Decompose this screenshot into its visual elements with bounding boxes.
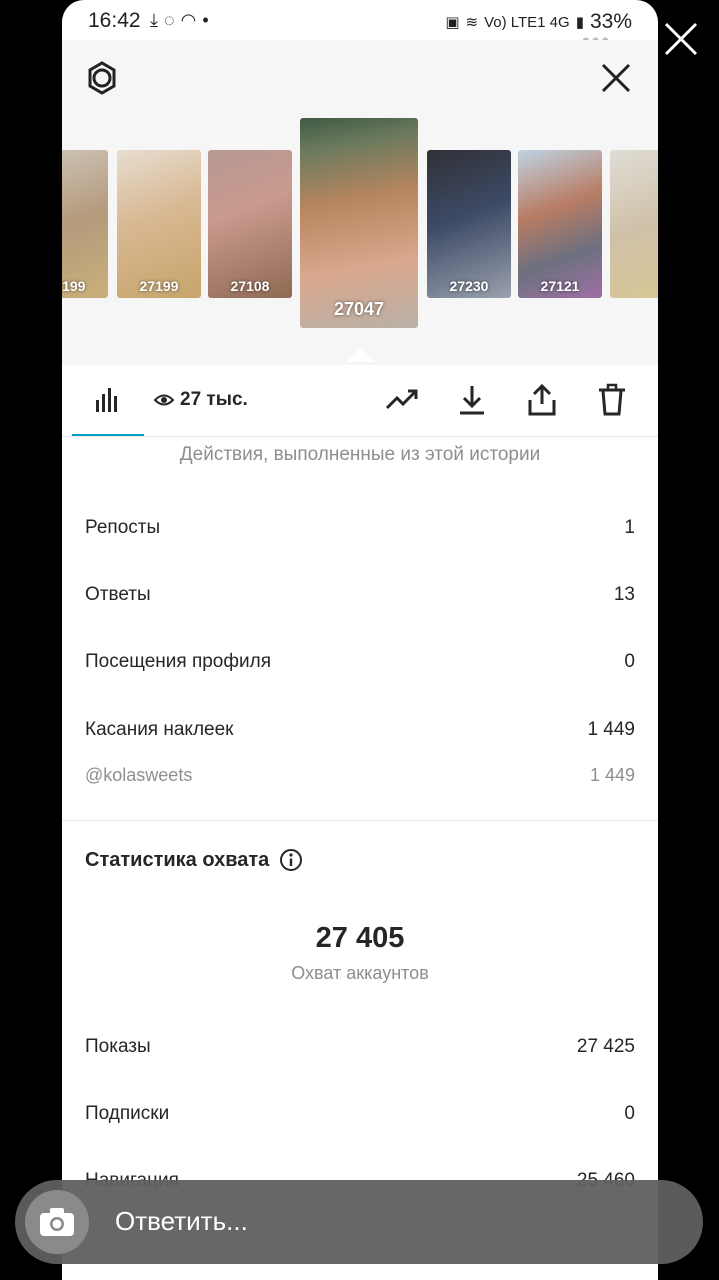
download-icon: ⤓ [150,10,158,30]
stat-label: Репосты [85,517,161,538]
selected-pointer [347,348,375,362]
stat-value: 1 449 [589,765,635,785]
accounts-reached-label: Охват аккаунтов [291,963,429,983]
download-icon[interactable] [454,382,490,418]
wifi-icon: ≋ [465,14,479,31]
stat-value: 0 [624,651,635,672]
promote-trend-icon[interactable] [384,382,420,418]
stat-row-mention-sticker: @kolasweets 1 449 [85,765,635,786]
delete-trash-icon[interactable] [594,382,630,418]
story-thumbnail[interactable]: 27199 [62,150,108,298]
actions-subtitle: Действия, выполненные из этой истории [179,444,541,465]
story-carousel-area: 27199 27199 27108 27047 27230 27121 [62,40,658,365]
story-thumbnails: 27199 27199 27108 27047 27230 27121 [62,118,658,350]
story-thumbnail[interactable]: 27108 [208,150,292,298]
status-bar: 16:42 ⤓ ◌ ◠ • ▣ ≋ Vo) LTE1 4G ▮ 33% [62,0,658,40]
bar-chart-icon [96,388,117,412]
story-views: 27199 [139,278,179,294]
insights-toolbar: 27 тыс. [62,365,658,437]
tab-viewers[interactable]: 27 тыс. [154,389,248,411]
section-divider [62,820,658,821]
story-thumbnail[interactable]: 27121 [518,150,602,298]
reply-input[interactable]: Ответить... [115,1206,248,1237]
story-thumbnail-selected[interactable]: 27047 [300,118,418,328]
stat-value: 0 [624,1103,635,1124]
story-views: 27047 [333,299,385,319]
stat-label: @kolasweets [85,765,193,785]
stat-label: Касания наклеек [85,719,234,740]
active-tab-indicator [72,434,144,436]
insights-sheet: 16:42 ⤓ ◌ ◠ • ▣ ≋ Vo) LTE1 4G ▮ 33% ••• [62,0,658,1280]
eye-icon [154,394,174,406]
stat-row-follows: Подписки 0 [85,1103,635,1125]
share-icon[interactable] [524,382,560,418]
stat-row-impressions: Показы 27 425 [85,1036,635,1058]
stat-row-profile-visits: Посещения профиля 0 [85,651,635,673]
camera-icon [40,1208,74,1236]
close-icon[interactable] [598,60,634,96]
signal-text: Vo) LTE1 4G [484,13,570,31]
story-views: 27199 [62,278,86,294]
stat-value: 27 425 [576,1036,635,1057]
story-thumbnail[interactable] [610,150,658,298]
story-thumbnail[interactable]: 27199 [117,150,201,298]
close-story-icon[interactable] [662,20,700,58]
stat-value: 13 [613,584,635,605]
story-views: 27108 [230,278,270,294]
stat-row-sticker-taps: Касания наклеек 1 449 [85,719,635,741]
story-thumbnail[interactable]: 27230 [427,150,511,298]
info-icon[interactable] [279,848,303,872]
stat-label: Подписки [85,1103,170,1124]
notification-icons: ⤓ ◌ ◠ • [150,10,209,31]
stat-value: 1 449 [587,719,635,740]
views-count-label: 27 тыс. [180,389,248,410]
reach-section-title: Статистика охвата [85,848,303,872]
whatsapp-icon: ◌ [163,10,175,30]
lock-icon: ▣ [445,14,460,31]
accounts-reached-value: 27 405 [315,922,405,954]
tab-insights[interactable] [72,365,144,435]
headset-icon: ◠ [180,10,197,30]
stat-row-replies: Ответы 13 [85,584,635,606]
reply-bar[interactable]: Ответить... [15,1180,703,1264]
stat-label: Показы [85,1036,151,1057]
stat-value: 1 [624,517,635,538]
stat-label: Ответы [85,584,151,605]
dot-icon: • [202,10,209,30]
camera-button[interactable] [25,1190,89,1254]
settings-gear-icon[interactable] [84,60,120,96]
story-views: 27230 [449,278,489,294]
stat-label: Посещения профиля [85,651,271,672]
reach-title-text: Статистика охвата [85,848,270,871]
status-time: 16:42 [88,9,141,32]
story-views: 27121 [540,278,580,294]
stat-row-reposts: Репосты 1 [85,517,635,539]
